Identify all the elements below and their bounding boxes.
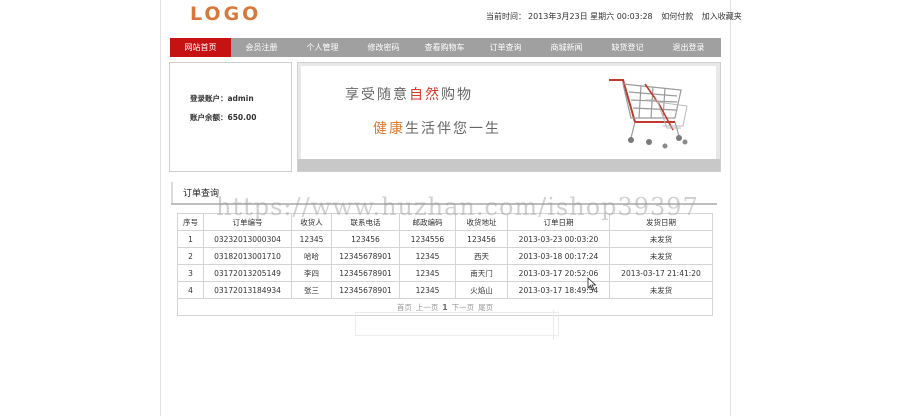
table-row[interactable]: 2 03182013001710 哈哈 12345678901 12345 西天… bbox=[177, 247, 713, 265]
nav-item-cart[interactable]: 查看购物车 bbox=[414, 38, 475, 57]
cell-ship-date: 未发货 bbox=[609, 230, 713, 248]
cell-zip: 12345 bbox=[399, 247, 456, 265]
frame-border-left bbox=[160, 0, 161, 416]
banner-slogan-2: 健康生活伴您一生 bbox=[373, 118, 501, 138]
faded-overlay-line bbox=[553, 310, 554, 340]
pager-current: 1 bbox=[442, 302, 448, 312]
col-header-order-no: 订单编号 bbox=[203, 213, 292, 231]
pager-first[interactable]: 首页 bbox=[397, 303, 412, 312]
cell-address: 西天 bbox=[455, 247, 508, 265]
site-logo[interactable]: LOGO bbox=[190, 3, 261, 25]
table-row[interactable]: 4 03172013184934 张三 12345678901 12345 火焰… bbox=[177, 281, 713, 299]
cell-address: 火焰山 bbox=[455, 281, 508, 299]
time-label: 当前时间： bbox=[486, 12, 526, 21]
cell-order-no: 03172013184934 bbox=[203, 281, 292, 299]
cell-zip: 1234556 bbox=[399, 230, 456, 248]
col-header-receiver: 收货人 bbox=[291, 213, 332, 231]
cell-address: 南天门 bbox=[455, 264, 508, 282]
account-balance-row: 账户余额：650.00 bbox=[190, 112, 256, 123]
cell-phone: 123456 bbox=[331, 230, 400, 248]
mouse-cursor-icon bbox=[587, 277, 597, 291]
account-panel: 登录账户：admin 账户余额：650.00 bbox=[169, 62, 292, 172]
cell-receiver: 12345 bbox=[291, 230, 332, 248]
add-favorite-link[interactable]: 加入收藏夹 bbox=[702, 12, 742, 21]
cell-order-date: 2013-03-23 00:03:20 bbox=[507, 230, 610, 248]
shopping-cart-icon bbox=[609, 79, 688, 149]
main-nav: 网站首页 会员注册 个人管理 修改密码 查看购物车 订单查询 商城新闻 缺货登记… bbox=[170, 38, 721, 57]
cell-order-date: 2013-03-18 00:17:24 bbox=[507, 247, 610, 265]
cell-order-no: 03182013001710 bbox=[203, 247, 292, 265]
nav-item-register[interactable]: 会员注册 bbox=[231, 38, 292, 57]
faded-overlay-box bbox=[355, 312, 559, 336]
orders-title: 订单查询 bbox=[183, 189, 220, 199]
cell-order-no: 03232013000304 bbox=[203, 230, 292, 248]
cell-receiver: 哈哈 bbox=[291, 247, 332, 265]
nav-item-change-password[interactable]: 修改密码 bbox=[353, 38, 414, 57]
nav-item-orders[interactable]: 订单查询 bbox=[475, 38, 536, 57]
cell-receiver: 李四 bbox=[291, 264, 332, 282]
col-header-ship-date: 发货日期 bbox=[609, 213, 713, 231]
account-balance-value: 650.00 bbox=[227, 113, 257, 122]
cell-index: 3 bbox=[177, 264, 204, 282]
orders-table: 序号 订单编号 收货人 联系电话 邮政编码 收货地址 订单日期 发货日期 1 0… bbox=[177, 213, 713, 316]
cell-phone: 12345678901 bbox=[331, 247, 400, 265]
banner-slogan-2-a: 健康 bbox=[373, 121, 405, 137]
nav-item-logout[interactable]: 退出登录 bbox=[658, 38, 719, 57]
nav-item-stockout[interactable]: 缺货登记 bbox=[597, 38, 658, 57]
nav-item-home[interactable]: 网站首页 bbox=[170, 38, 231, 57]
cell-ship-date: 2013-03-17 21:41:20 bbox=[609, 264, 713, 282]
pager-next[interactable]: 下一页 bbox=[452, 303, 475, 312]
account-user-label: 登录账户： bbox=[190, 94, 228, 103]
table-header-row: 序号 订单编号 收货人 联系电话 邮政编码 收货地址 订单日期 发货日期 bbox=[177, 213, 713, 231]
cell-order-no: 03172013205149 bbox=[203, 264, 292, 282]
cell-phone: 12345678901 bbox=[331, 281, 400, 299]
cell-index: 1 bbox=[177, 230, 204, 248]
time-value: 2013年3月23日 星期六 00:03:28 bbox=[528, 12, 653, 21]
banner-slogan-2-b: 生活伴您一生 bbox=[405, 121, 501, 137]
banner-slogan-1-c: 购物 bbox=[441, 87, 473, 103]
table-row[interactable]: 1 03232013000304 12345 123456 1234556 12… bbox=[177, 230, 713, 248]
how-to-pay-link[interactable]: 如何付款 bbox=[661, 12, 693, 21]
banner-slogan-1-a: 享受随意 bbox=[345, 87, 409, 103]
cell-phone: 12345678901 bbox=[331, 264, 400, 282]
nav-item-profile[interactable]: 个人管理 bbox=[292, 38, 353, 57]
account-user-row: 登录账户：admin bbox=[190, 93, 254, 104]
section-marker bbox=[171, 182, 173, 204]
cell-address: 123456 bbox=[455, 230, 508, 248]
top-info-bar: 当前时间： 2013年3月23日 星期六 00:03:28 如何付款 加入收藏夹 bbox=[486, 11, 744, 22]
orders-section-header: 订单查询 bbox=[171, 182, 717, 205]
cell-ship-date: 未发货 bbox=[609, 281, 713, 299]
banner-slogan-1: 享受随意自然购物 bbox=[345, 84, 473, 104]
banner-content: 享受随意自然购物 健康生活伴您一生 bbox=[301, 66, 716, 160]
pager-prev[interactable]: 上一页 bbox=[416, 303, 439, 312]
promo-banner: 享受随意自然购物 健康生活伴您一生 bbox=[297, 62, 721, 172]
nav-item-news[interactable]: 商城新闻 bbox=[536, 38, 597, 57]
col-header-zip: 邮政编码 bbox=[399, 213, 456, 231]
section-divider bbox=[171, 203, 717, 205]
table-row[interactable]: 3 03172013205149 李四 12345678901 12345 南天… bbox=[177, 264, 713, 282]
pager-last[interactable]: 尾页 bbox=[478, 303, 493, 312]
cell-ship-date: 未发货 bbox=[609, 247, 713, 265]
cell-receiver: 张三 bbox=[291, 281, 332, 299]
banner-bottom-strip bbox=[298, 159, 720, 171]
cell-zip: 12345 bbox=[399, 281, 456, 299]
cell-index: 2 bbox=[177, 247, 204, 265]
frame-border-right bbox=[730, 0, 731, 416]
banner-slogan-1-b: 自然 bbox=[409, 87, 441, 103]
account-balance-label: 账户余额： bbox=[190, 113, 228, 122]
col-header-phone: 联系电话 bbox=[331, 213, 400, 231]
col-header-address: 收货地址 bbox=[455, 213, 508, 231]
col-header-order-date: 订单日期 bbox=[507, 213, 610, 231]
account-user-value: admin bbox=[227, 94, 254, 103]
col-header-index: 序号 bbox=[177, 213, 204, 231]
cell-index: 4 bbox=[177, 281, 204, 299]
page: LOGO 当前时间： 2013年3月23日 星期六 00:03:28 如何付款 加… bbox=[0, 0, 900, 416]
cell-zip: 12345 bbox=[399, 264, 456, 282]
